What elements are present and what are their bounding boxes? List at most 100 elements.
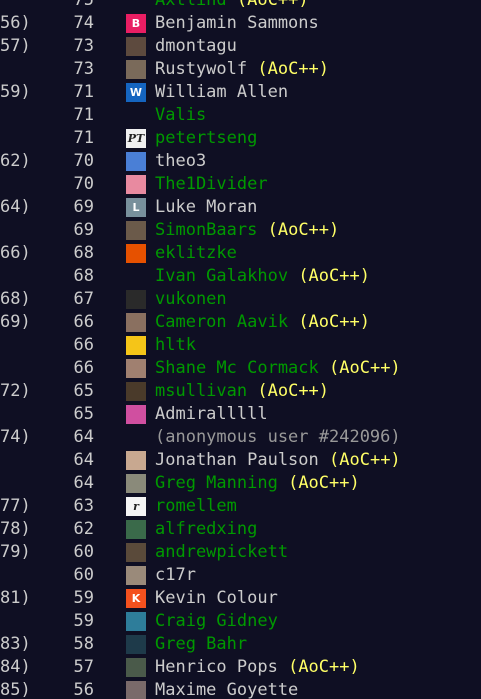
aocpp-supporter-badge[interactable]: (AoC++) [288, 657, 360, 677]
user-link-greg-manning[interactable]: Greg Manning [155, 473, 278, 493]
entry-name-group: Greg Manning (AoC++) [155, 472, 360, 495]
user-name-dmontagu: dmontagu [155, 36, 237, 56]
aocpp-supporter-badge[interactable]: (AoC++) [329, 450, 401, 470]
aocpp-supporter-badge[interactable]: (AoC++) [257, 381, 329, 401]
user-link-shane-mc-cormack[interactable]: Shane Mc Cormack [155, 358, 319, 378]
score-value: 59 [73, 611, 94, 631]
rank-label: 68) [0, 289, 31, 309]
leaderboard-row: 68 Ivan Galakhov (AoC++) [0, 265, 481, 288]
silhouette-avatar-icon [126, 290, 146, 309]
leaderboard-row: 73 Rustywolf (AoC++) [0, 58, 481, 81]
user-link-romellem[interactable]: romellem [155, 496, 237, 516]
score-value: 56 [73, 680, 94, 699]
score-value: 60 [73, 542, 94, 562]
magenta-identicon-avatar-icon [126, 405, 146, 424]
rank-label: 83) [0, 634, 31, 654]
entry-name-group: vukonen [155, 288, 227, 311]
score-value: 64 [73, 473, 94, 493]
entry-name-group: hltk [155, 334, 196, 357]
entry-name-group: romellem [155, 495, 237, 518]
rank-label: 78) [0, 519, 31, 539]
user-name-rustywolf: Rustywolf [155, 59, 248, 79]
entry-name-group: Craig Gidney [155, 610, 278, 633]
landscape-avatar-icon [126, 612, 146, 631]
score-value: 74 [73, 13, 94, 33]
elephant-avatar-icon [126, 267, 146, 286]
aocpp-supporter-badge[interactable]: (AoC++) [268, 220, 340, 240]
user-link-simonbaars[interactable]: SimonBaars [155, 220, 257, 240]
user-photo-avatar-icon [126, 658, 146, 677]
user-link-axtlind[interactable]: Axtlind [155, 0, 227, 10]
score-value: 59 [73, 588, 94, 608]
leaderboard-row: 81) 59 K Kevin Colour [0, 587, 481, 610]
leaderboard-row: 69) 66 Cameron Aavik (AoC++) [0, 311, 481, 334]
aocpp-supporter-badge[interactable]: (AoC++) [257, 59, 329, 79]
user-link-eklitzke[interactable]: eklitzke [155, 243, 237, 263]
score-value: 71 [73, 82, 94, 102]
user-link-craig-gidney[interactable]: Craig Gidney [155, 611, 278, 631]
leaderboard-row: 78) 62 alfredxing [0, 518, 481, 541]
leaderboard-row: 56) 74 B Benjamin Sammons [0, 12, 481, 35]
user-link-andrewpickett[interactable]: andrewpickett [155, 542, 288, 562]
entry-name-group: Admiralllll [155, 403, 268, 426]
score-value: 66 [73, 335, 94, 355]
leaderboard-row: 74) 64 (anonymous user #242096) [0, 426, 481, 449]
entry-name-group: eklitzke [155, 242, 237, 265]
entry-name-group: Shane Mc Cormack (AoC++) [155, 357, 401, 380]
score-value: 66 [73, 312, 94, 332]
avatar-letter: L [132, 201, 140, 214]
leaderboard: 75 Axtlind (AoC++) 56) 74 B Benjamin Sammons 5… [0, 0, 481, 699]
entry-name-group: Henrico Pops (AoC++) [155, 656, 360, 679]
score-value: 57 [73, 657, 94, 677]
user-link-valis[interactable]: Valis [155, 105, 206, 125]
rank-label: 69) [0, 312, 31, 332]
avatar-letter: K [131, 592, 141, 605]
leaderboard-row: 69 SimonBaars (AoC++) [0, 219, 481, 242]
entry-name-group: Cameron Aavik (AoC++) [155, 311, 370, 334]
score-value: 65 [73, 381, 94, 401]
aocpp-supporter-badge[interactable]: (AoC++) [237, 0, 309, 10]
leaderboard-row: 79) 60 andrewpickett [0, 541, 481, 564]
user-link-the1divider[interactable]: The1Divider [155, 174, 268, 194]
user-photo-avatar-icon [126, 451, 146, 470]
user-photo-avatar-icon [126, 566, 146, 585]
user-link-greg-bahr[interactable]: Greg Bahr [155, 634, 247, 654]
entry-name-group: Rustywolf (AoC++) [155, 58, 329, 81]
user-link-alfredxing[interactable]: alfredxing [155, 519, 257, 539]
pink-identicon-avatar-icon [126, 175, 146, 194]
letter-r-avatar-icon: r [126, 497, 146, 516]
user-link-hltk[interactable]: hltk [155, 335, 196, 355]
user-link-cameron-aavik[interactable]: Cameron Aavik [155, 312, 288, 332]
user-link-vukonen[interactable]: vukonen [155, 289, 227, 309]
avatar-letter: B [131, 17, 141, 30]
user-photo-avatar-icon [126, 520, 146, 539]
score-value: 68 [73, 243, 94, 263]
rank-label: 85) [0, 680, 31, 699]
user-name-jonathan-paulson: Jonathan Paulson [155, 450, 319, 470]
aocpp-supporter-badge[interactable]: (AoC++) [298, 266, 370, 286]
rank-label: 66) [0, 243, 31, 263]
aocpp-supporter-badge[interactable]: (AoC++) [329, 358, 401, 378]
entry-name-group: msullivan (AoC++) [155, 380, 329, 403]
leaderboard-row: 64 Jonathan Paulson (AoC++) [0, 449, 481, 472]
score-value: 68 [73, 266, 94, 286]
rank-label: 62) [0, 151, 31, 171]
score-value: 71 [73, 128, 94, 148]
letter-l-avatar-icon: L [126, 198, 146, 217]
user-photo-avatar-icon [126, 681, 146, 699]
user-link-petertseng[interactable]: petertseng [155, 128, 257, 148]
entry-name-group: Jonathan Paulson (AoC++) [155, 449, 401, 472]
entry-name-group: Axtlind (AoC++) [155, 0, 309, 12]
user-name-c17r: c17r [155, 565, 196, 585]
leaderboard-row: 68) 67 vukonen [0, 288, 481, 311]
user-link-msullivan[interactable]: msullivan [155, 381, 247, 401]
user-photo-avatar-icon [126, 37, 146, 56]
aocpp-supporter-badge[interactable]: (AoC++) [288, 473, 360, 493]
score-value: 60 [73, 565, 94, 585]
rank-label: 79) [0, 542, 31, 562]
score-value: 73 [73, 59, 94, 79]
aocpp-supporter-badge[interactable]: (AoC++) [298, 312, 370, 332]
leaderboard-row: 59) 71 W William Allen [0, 81, 481, 104]
score-value: 69 [73, 197, 94, 217]
user-link-ivan-galakhov[interactable]: Ivan Galakhov [155, 266, 288, 286]
